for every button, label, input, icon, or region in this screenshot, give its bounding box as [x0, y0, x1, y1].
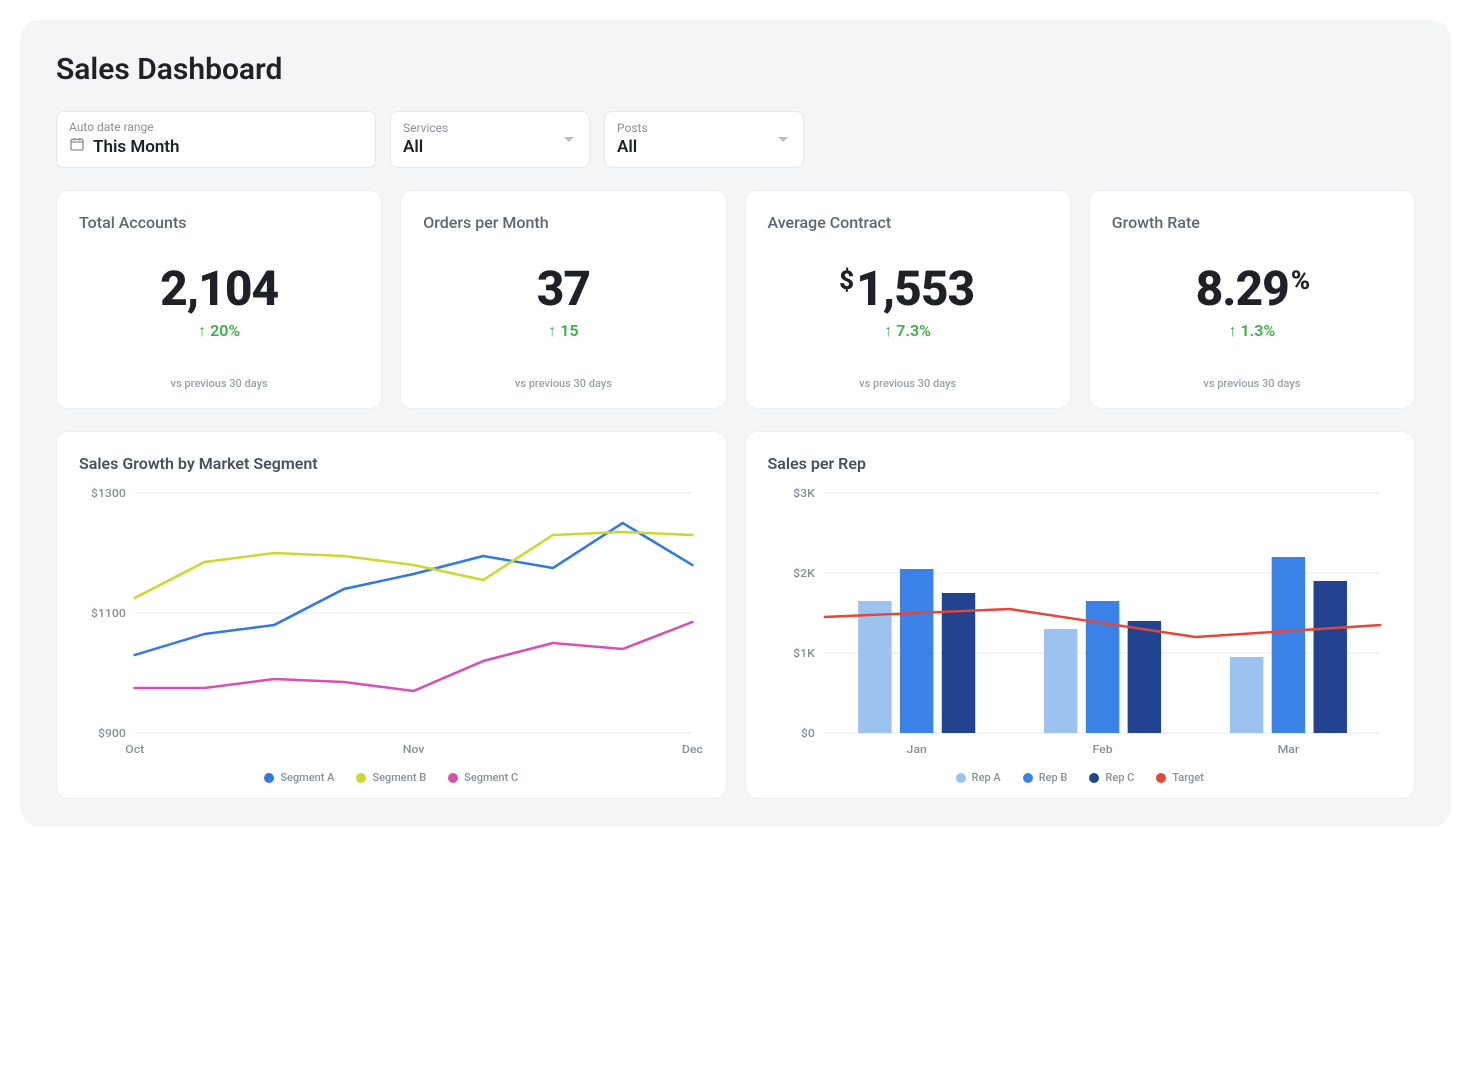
- svg-text:$1K: $1K: [793, 647, 815, 660]
- legend-item: Rep A: [956, 771, 1001, 784]
- kpi-value-wrap: 2,104: [79, 260, 359, 317]
- legend-dot-icon: [1089, 773, 1099, 783]
- legend-item: Rep C: [1089, 771, 1134, 784]
- svg-text:Feb: Feb: [1092, 743, 1113, 756]
- kpi-title: Average Contract: [768, 213, 1048, 232]
- kpi-value-wrap: 8.29 %: [1112, 260, 1392, 317]
- legend-item: Segment B: [356, 771, 426, 784]
- kpi-value: 2,104: [160, 260, 278, 317]
- chevron-down-icon: [777, 136, 789, 144]
- legend-label: Segment B: [372, 771, 426, 784]
- kpi-value-wrap: $ 1,553: [768, 260, 1048, 317]
- filter-bar: Auto date range This Month Services All …: [56, 111, 1415, 168]
- filter-posts[interactable]: Posts All: [604, 111, 804, 168]
- kpi-title: Orders per Month: [423, 213, 703, 232]
- kpi-sub: vs previous 30 days: [1112, 377, 1392, 390]
- chart-sales-per-rep: Sales per Rep $0 $1K $2K $3K Jan Feb Mar Rep A…: [745, 431, 1416, 799]
- legend-item: Segment A: [264, 771, 334, 784]
- chart-title: Sales Growth by Market Segment: [79, 454, 704, 473]
- chart-sales-growth-segment: Sales Growth by Market Segment $900 $1100…: [56, 431, 727, 799]
- kpi-value-wrap: 37: [423, 260, 703, 317]
- kpi-orders-per-month: Orders per Month 37 ↑ 15 vs previous 30 …: [400, 190, 726, 409]
- filter-services-label: Services: [403, 121, 577, 135]
- legend-label: Rep C: [1105, 771, 1134, 784]
- svg-text:$1300: $1300: [91, 487, 126, 500]
- filter-posts-value: All: [617, 137, 791, 157]
- chart-title: Sales per Rep: [768, 454, 1393, 473]
- svg-text:Jan: Jan: [906, 743, 926, 756]
- legend-item: Segment C: [448, 771, 518, 784]
- kpi-value: 37: [537, 260, 590, 317]
- kpi-sub: vs previous 30 days: [79, 377, 359, 390]
- kpi-suffix: %: [1291, 260, 1310, 296]
- legend-label: Rep B: [1039, 771, 1068, 784]
- calendar-icon: [69, 136, 85, 157]
- svg-text:$0: $0: [800, 727, 814, 740]
- svg-text:$900: $900: [98, 727, 126, 740]
- chart-canvas: $0 $1K $2K $3K Jan Feb Mar: [768, 483, 1393, 763]
- kpi-sub: vs previous 30 days: [768, 377, 1048, 390]
- legend-dot-icon: [356, 773, 366, 783]
- kpi-average-contract: Average Contract $ 1,553 ↑ 7.3% vs previ…: [745, 190, 1071, 409]
- kpi-sub: vs previous 30 days: [423, 377, 703, 390]
- kpi-delta: ↑ 20%: [79, 321, 359, 341]
- filter-posts-label: Posts: [617, 121, 791, 135]
- filter-date-value: This Month: [69, 136, 363, 157]
- legend-item: Target: [1156, 771, 1204, 784]
- kpi-title: Total Accounts: [79, 213, 359, 232]
- legend-dot-icon: [1156, 773, 1166, 783]
- kpi-delta: ↑ 7.3%: [768, 321, 1048, 341]
- svg-text:Mar: Mar: [1277, 743, 1299, 756]
- kpi-delta: ↑ 15: [423, 321, 703, 341]
- legend-dot-icon: [1023, 773, 1033, 783]
- svg-text:Oct: Oct: [125, 743, 144, 756]
- kpi-value: 8.29: [1196, 260, 1289, 317]
- svg-text:$3K: $3K: [793, 487, 815, 500]
- chart-canvas: $900 $1100 $1300 Oct Nov Dec: [79, 483, 704, 763]
- filter-date-range[interactable]: Auto date range This Month: [56, 111, 376, 168]
- kpi-row: Total Accounts 2,104 ↑ 20% vs previous 3…: [56, 190, 1415, 409]
- filter-date-text: This Month: [93, 137, 180, 157]
- charts-row: Sales Growth by Market Segment $900 $1100…: [56, 431, 1415, 799]
- kpi-total-accounts: Total Accounts 2,104 ↑ 20% vs previous 3…: [56, 190, 382, 409]
- dashboard-page: Sales Dashboard Auto date range This Mon…: [20, 20, 1451, 827]
- svg-text:Nov: Nov: [403, 743, 425, 756]
- page-title: Sales Dashboard: [56, 52, 1415, 87]
- legend-dot-icon: [956, 773, 966, 783]
- filter-date-label: Auto date range: [69, 120, 363, 134]
- legend-label: Segment C: [464, 771, 518, 784]
- legend-dot-icon: [264, 773, 274, 783]
- kpi-prefix: $: [839, 260, 854, 296]
- chart-legend: Segment A Segment B Segment C: [79, 771, 704, 784]
- kpi-growth-rate: Growth Rate 8.29 % ↑ 1.3% vs previous 30…: [1089, 190, 1415, 409]
- kpi-title: Growth Rate: [1112, 213, 1392, 232]
- legend-item: Rep B: [1023, 771, 1068, 784]
- svg-text:Dec: Dec: [682, 743, 703, 756]
- legend-label: Segment A: [280, 771, 334, 784]
- kpi-value: 1,553: [856, 260, 974, 317]
- legend-dot-icon: [448, 773, 458, 783]
- legend-label: Rep A: [972, 771, 1001, 784]
- chevron-down-icon: [563, 136, 575, 144]
- kpi-delta: ↑ 1.3%: [1112, 321, 1392, 341]
- legend-label: Target: [1172, 771, 1204, 784]
- svg-text:$1100: $1100: [91, 607, 126, 620]
- chart-legend: Rep A Rep B Rep C Target: [768, 771, 1393, 784]
- filter-services-value: All: [403, 137, 577, 157]
- svg-text:$2K: $2K: [793, 567, 815, 580]
- filter-services[interactable]: Services All: [390, 111, 590, 168]
